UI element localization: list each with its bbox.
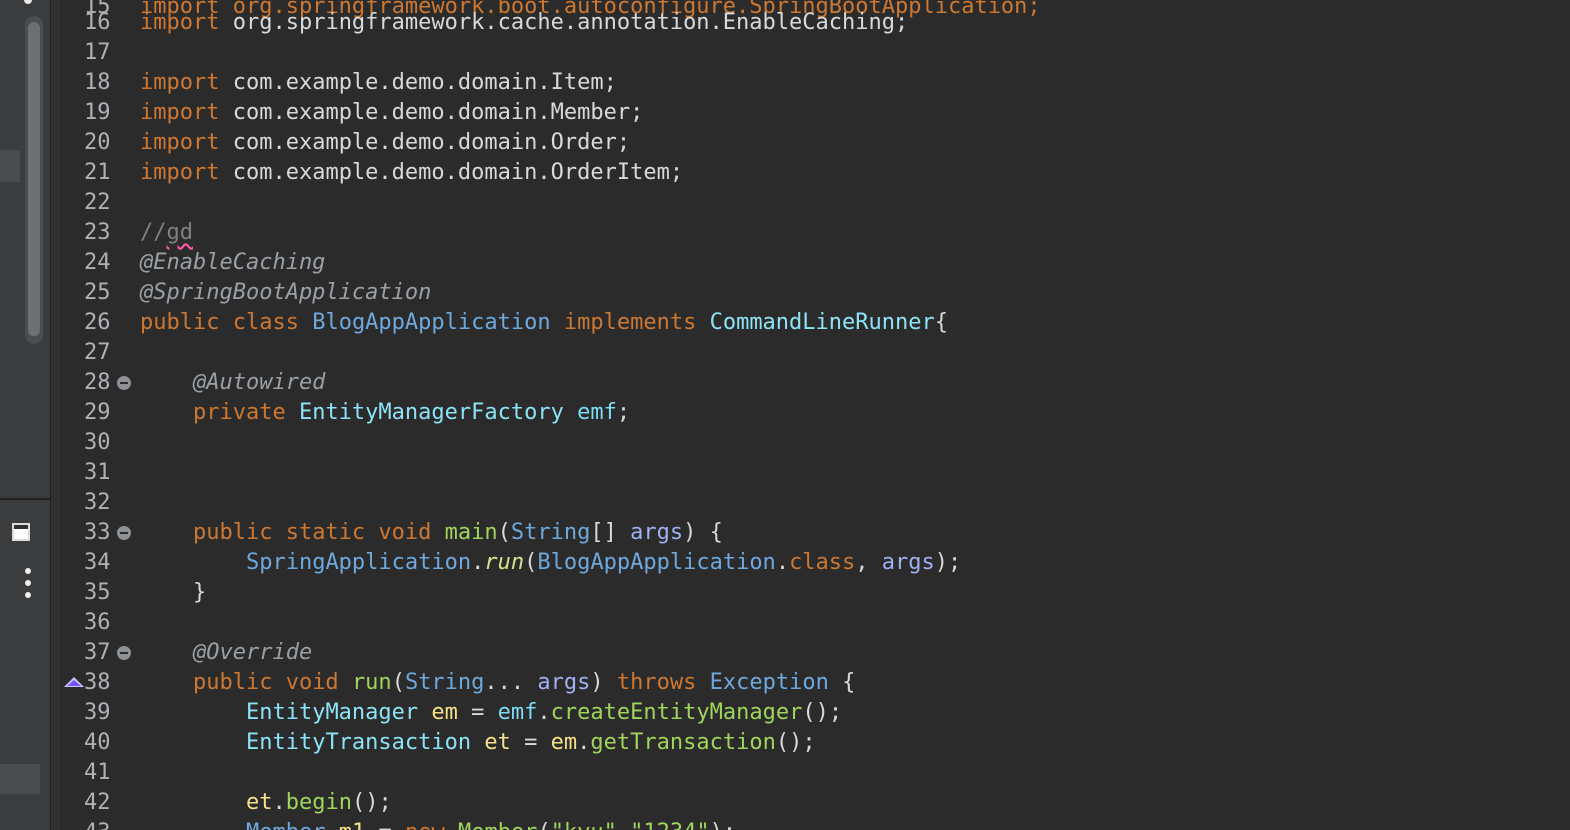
code-line: 18 import com.example.demo.domain.Item;: [60, 68, 617, 98]
code-text[interactable]: @Autowired: [140, 368, 325, 398]
code-text[interactable]: EntityManager em = emf.createEntityManag…: [140, 698, 842, 728]
code-line: 34 SpringApplication.run(BlogAppApplicat…: [60, 548, 961, 578]
code-line: 35 }: [60, 578, 206, 608]
line-number: 31: [84, 460, 111, 485]
line-number: 18: [84, 70, 111, 95]
line-number: 19: [84, 100, 111, 125]
code-text[interactable]: private EntityManagerFactory emf;: [140, 398, 630, 428]
line-number: 16: [84, 10, 111, 35]
code-line: 40 EntityTransaction et = em.getTransact…: [60, 728, 816, 758]
code-line: 24 @EnableCaching: [60, 248, 325, 278]
line-number: 39: [84, 700, 111, 725]
code-line: 26 public class BlogAppApplication imple…: [60, 308, 948, 338]
code-line: 42 et.begin();: [60, 788, 392, 818]
line-number: 24: [84, 250, 111, 275]
line-number: 25: [84, 280, 111, 305]
code-text[interactable]: }: [140, 578, 206, 608]
code-line: 37 @Override: [60, 638, 312, 668]
panel-indicator-dot: [24, 0, 32, 4]
code-line: 17: [60, 38, 139, 68]
line-number: 34: [84, 550, 111, 575]
code-line: 43 Member m1 = new Member("kyu","1234");: [60, 818, 736, 830]
side-panel-bottom-row[interactable]: [0, 764, 40, 794]
code-text[interactable]: public static void main(String[] args) {: [140, 518, 723, 548]
side-panel-selected-row[interactable]: [0, 150, 20, 182]
code-text[interactable]: @SpringBootApplication: [140, 278, 431, 308]
override-arrow-icon[interactable]: [64, 677, 84, 687]
line-number: 22: [84, 190, 111, 215]
line-number: 41: [84, 760, 111, 785]
line-number: 42: [84, 790, 111, 815]
code-line: 22: [60, 188, 139, 218]
code-text[interactable]: @Override: [140, 638, 312, 668]
code-text[interactable]: EntityTransaction et = em.getTransaction…: [140, 728, 816, 758]
side-panel: [0, 0, 50, 830]
side-panel-scrollbar[interactable]: [25, 16, 43, 344]
code-line: 23 //gd: [60, 218, 193, 248]
line-number: 40: [84, 730, 111, 755]
line-number: 30: [84, 430, 111, 455]
ide-window: 15 import org.springframework.boot.autoc…: [0, 0, 1570, 830]
line-number: 29: [84, 400, 111, 425]
code-line: 16 import org.springframework.cache.anno…: [60, 8, 908, 38]
code-text[interactable]: @EnableCaching: [140, 248, 325, 278]
code-line: 21 import com.example.demo.domain.OrderI…: [60, 158, 683, 188]
code-line: 32: [60, 488, 139, 518]
code-line: 27: [60, 338, 139, 368]
panel-icon[interactable]: [12, 523, 30, 541]
code-text[interactable]: SpringApplication.run(BlogAppApplication…: [140, 548, 961, 578]
line-number: 36: [84, 610, 111, 635]
line-number: 17: [84, 40, 111, 65]
code-text[interactable]: import com.example.demo.domain.Member;: [140, 98, 643, 128]
code-line: 36: [60, 608, 139, 638]
code-line: 38 public void run(String... args) throw…: [60, 668, 855, 698]
fold-minus-icon[interactable]: [117, 526, 131, 540]
code-line: 30: [60, 428, 139, 458]
code-line: 39 EntityManager em = emf.createEntityMa…: [60, 698, 842, 728]
code-text[interactable]: public class BlogAppApplication implemen…: [140, 308, 948, 338]
side-panel-scroll-thumb[interactable]: [28, 22, 40, 336]
code-text[interactable]: import com.example.demo.domain.Item;: [140, 68, 617, 98]
line-number: 27: [84, 340, 111, 365]
line-number: 43: [84, 818, 124, 830]
code-text[interactable]: public void run(String... args) throws E…: [140, 668, 855, 698]
code-editor[interactable]: 15 import org.springframework.boot.autoc…: [60, 0, 1570, 830]
code-text[interactable]: import org.springframework.cache.annotat…: [140, 8, 908, 38]
code-line: 25 @SpringBootApplication: [60, 278, 431, 308]
code-text[interactable]: et.begin();: [140, 788, 392, 818]
code-text[interactable]: import com.example.demo.domain.OrderItem…: [140, 158, 683, 188]
line-number: 35: [84, 580, 111, 605]
code-text[interactable]: //gd: [140, 218, 193, 248]
fold-minus-icon[interactable]: [117, 646, 131, 660]
line-number: 23: [84, 220, 111, 245]
code-line: 28 @Autowired: [60, 368, 325, 398]
line-number: 32: [84, 490, 111, 515]
line-number: 21: [84, 160, 111, 185]
code-line: 19 import com.example.demo.domain.Member…: [60, 98, 643, 128]
code-line: 33 public static void main(String[] args…: [60, 518, 723, 548]
line-number: 38: [84, 670, 111, 695]
line-number: 26: [84, 310, 111, 335]
code-line: 20 import com.example.demo.domain.Order;: [60, 128, 630, 158]
code-text[interactable]: import com.example.demo.domain.Order;: [140, 128, 630, 158]
side-panel-divider: [0, 498, 50, 500]
line-number: 20: [84, 130, 111, 155]
code-line: 41: [60, 758, 139, 788]
kebab-menu-icon[interactable]: [24, 568, 32, 600]
code-line: 29 private EntityManagerFactory emf;: [60, 398, 630, 428]
code-line: 31: [60, 458, 139, 488]
fold-minus-icon[interactable]: [117, 376, 131, 390]
code-text[interactable]: Member m1 = new Member("kyu","1234");: [140, 818, 736, 830]
